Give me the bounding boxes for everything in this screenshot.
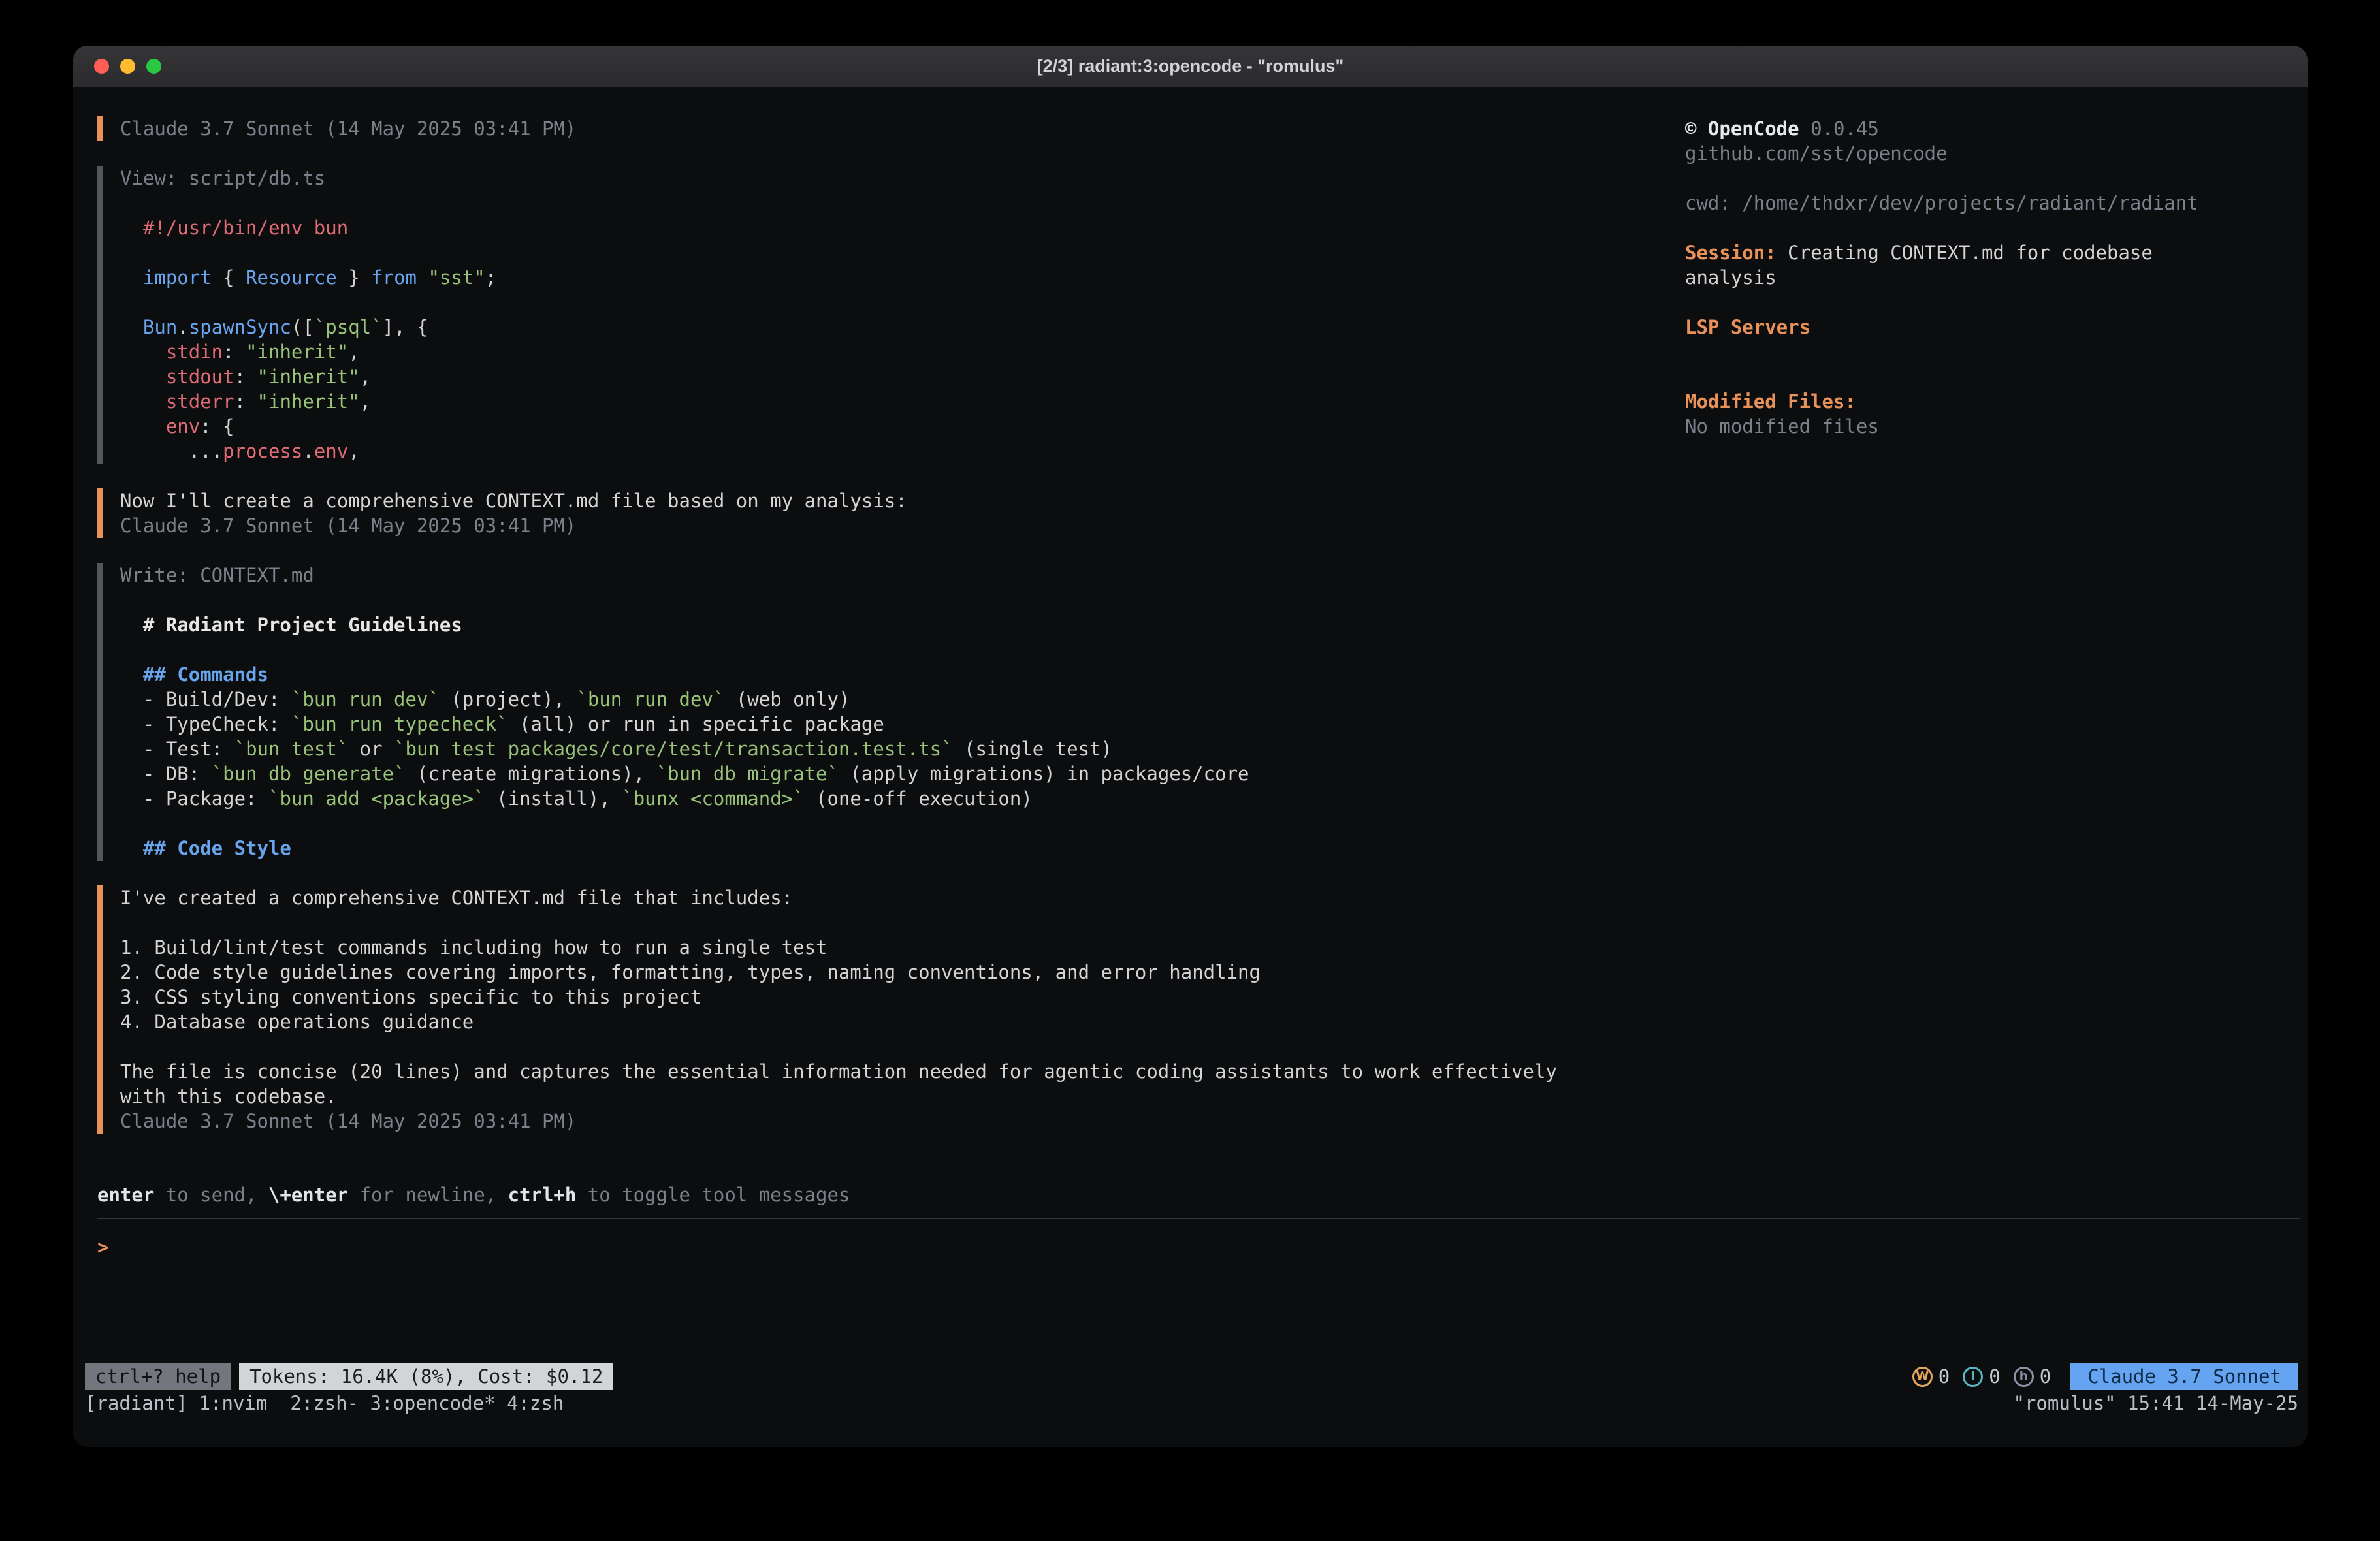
tokens-cost-badge: Tokens: 16.4K (8%), Cost: $0.12 xyxy=(239,1363,613,1390)
message-now-content: Now I'll create a comprehensive CONTEXT.… xyxy=(120,488,1685,538)
tool-view-block: View: script/db.ts #!/usr/bin/env bun im… xyxy=(97,166,1685,464)
tool-write-block: Write: CONTEXT.md # Radiant Project Guid… xyxy=(97,563,1685,861)
help-badge[interactable]: ctrl+? help xyxy=(85,1363,231,1390)
tmux-window-list[interactable]: [radiant] 1:nvim 2:zsh- 3:opencode* 4:zs… xyxy=(85,1391,564,1416)
session-sidebar: © OpenCode 0.0.45github.com/sst/opencode… xyxy=(1685,87,2308,1134)
spacer xyxy=(97,538,1685,563)
window-titlebar[interactable]: [2/3] radiant:3:opencode - "romulus" xyxy=(73,46,2308,87)
status-bar-right: W 0 i 0 h 0 Claude 3.7 Sonnet xyxy=(1912,1363,2298,1390)
model-badge[interactable]: Claude 3.7 Sonnet xyxy=(2070,1363,2298,1390)
composer-hint-text: enter to send, \+enter for newline, ctrl… xyxy=(97,1183,850,1207)
chat-log: Claude 3.7 Sonnet (14 May 2025 03:41 PM)… xyxy=(73,87,1685,1134)
assistant-message-header: Claude 3.7 Sonnet (14 May 2025 03:41 PM) xyxy=(97,116,1685,141)
assistant-message-now: Now I'll create a comprehensive CONTEXT.… xyxy=(97,488,1685,538)
terminal-content: Claude 3.7 Sonnet (14 May 2025 03:41 PM)… xyxy=(73,87,2308,1447)
tool-write-content: Write: CONTEXT.md # Radiant Project Guid… xyxy=(120,563,1685,861)
traffic-lights xyxy=(94,46,161,87)
close-button[interactable] xyxy=(94,59,109,74)
spacer xyxy=(97,861,1685,885)
prompt-symbol: > xyxy=(97,1236,108,1258)
diagnostic-hints: h 0 xyxy=(2014,1364,2051,1389)
terminal-window: [2/3] radiant:3:opencode - "romulus" Cla… xyxy=(73,46,2308,1447)
tmux-session-info: "romulus" 15:41 14-May-25 xyxy=(2014,1391,2299,1416)
hint-count: 0 xyxy=(2040,1364,2051,1389)
composer-separator xyxy=(97,1218,2300,1219)
message-attribution: Claude 3.7 Sonnet (14 May 2025 03:41 PM) xyxy=(120,116,1685,141)
prompt-input[interactable]: > xyxy=(97,1235,1404,1260)
status-bar: ctrl+? help Tokens: 16.4K (8%), Cost: $0… xyxy=(85,1363,2298,1390)
zoom-button[interactable] xyxy=(146,59,161,74)
diagnostic-warnings: W 0 xyxy=(1912,1364,1950,1389)
warning-count: 0 xyxy=(1938,1364,1950,1389)
info-count: 0 xyxy=(1989,1364,2000,1389)
window-title: [2/3] radiant:3:opencode - "romulus" xyxy=(1037,56,1344,76)
spacer xyxy=(97,464,1685,488)
composer-hint: enter to send, \+enter for newline, ctrl… xyxy=(97,1183,850,1207)
tool-view-content: View: script/db.ts #!/usr/bin/env bun im… xyxy=(120,166,1685,464)
spacer xyxy=(97,141,1685,166)
warning-icon: W xyxy=(1912,1367,1933,1387)
info-icon: i xyxy=(1963,1367,1983,1387)
message-summary-content: I've created a comprehensive CONTEXT.md … xyxy=(120,885,1685,1134)
minimize-button[interactable] xyxy=(120,59,135,74)
sidebar-content: © OpenCode 0.0.45github.com/sst/opencode… xyxy=(1685,116,2281,439)
diagnostic-info: i 0 xyxy=(1963,1364,2000,1389)
status-bar-left: ctrl+? help Tokens: 16.4K (8%), Cost: $0… xyxy=(85,1363,613,1390)
diagnostics-group: W 0 i 0 h 0 xyxy=(1912,1364,2051,1389)
assistant-message-summary: I've created a comprehensive CONTEXT.md … xyxy=(97,885,1685,1134)
tmux-status-bar: [radiant] 1:nvim 2:zsh- 3:opencode* 4:zs… xyxy=(85,1391,2298,1416)
hint-icon: h xyxy=(2014,1367,2034,1387)
